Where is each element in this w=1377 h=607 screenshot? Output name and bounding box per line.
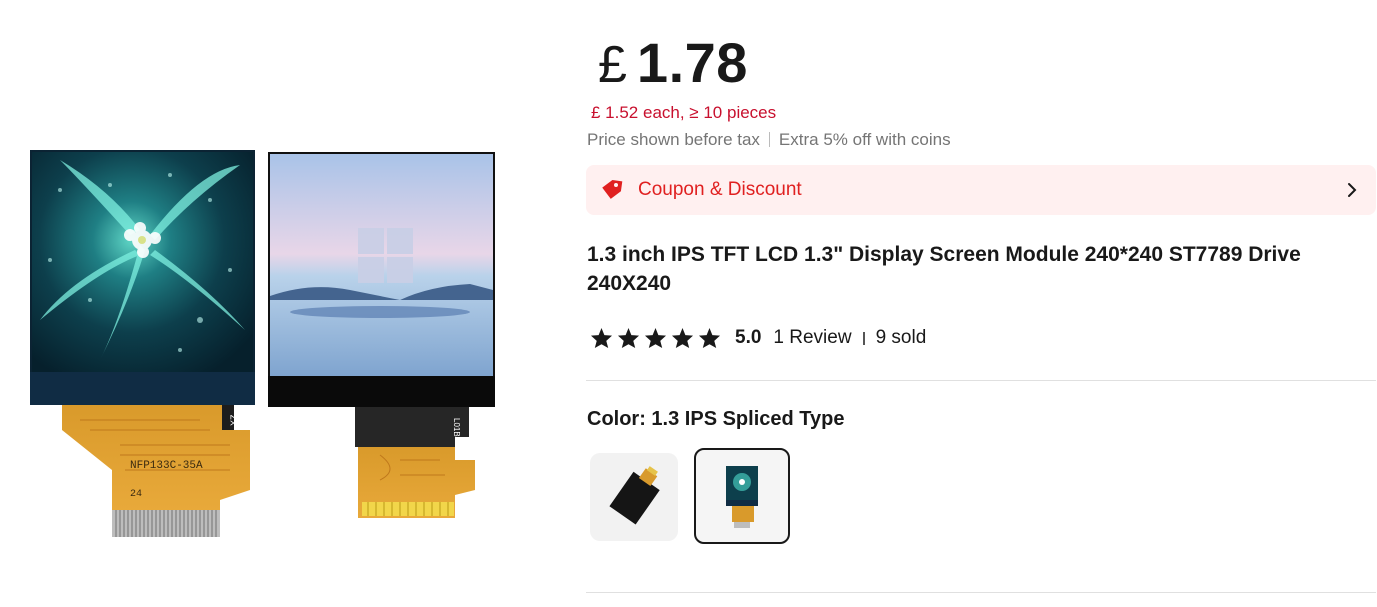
product-title: 1.3 inch IPS TFT LCD 1.3" Display Screen… (587, 243, 1301, 295)
star-icon (617, 327, 640, 349)
star-icon (644, 327, 667, 349)
product-gallery[interactable]: NFP133C-35A 24 XZ L01B (0, 0, 560, 607)
star-icon (590, 327, 613, 349)
color-option-1[interactable] (590, 453, 678, 541)
tax-separator (768, 132, 770, 147)
product-price: £1.78 (598, 30, 748, 95)
color-label: Color: 1.3 IPS Spliced Type (587, 408, 845, 430)
price-amount: 1.78 (636, 31, 748, 94)
star-icon (671, 327, 694, 349)
bulk-price: £ 1.52 each, ≥ 10 pieces (591, 103, 777, 122)
rating-row: 5.0 1 Review 9 sold (590, 326, 926, 350)
coins-note: Extra 5% off with coins (778, 130, 951, 149)
tax-info: Price shown before tax Extra 5% off with … (587, 130, 951, 150)
divider (586, 380, 1376, 381)
coupon-discount-button[interactable]: Coupon & Discount (586, 165, 1376, 215)
sold-count: 9 sold (875, 327, 927, 348)
price-currency: £ (598, 36, 627, 94)
fpc-side-label-right: L01B (452, 418, 461, 437)
color-option-2-selected[interactable] (694, 448, 790, 544)
coupon-label: Coupon & Discount (638, 179, 802, 200)
rating-separator (862, 331, 865, 345)
reviews-link[interactable]: 1 Review (773, 327, 851, 349)
tag-icon (600, 179, 624, 206)
star-rating (590, 327, 721, 349)
divider (586, 592, 1376, 593)
chevron-right-icon (1346, 181, 1358, 204)
tax-note: Price shown before tax (587, 130, 760, 149)
rating-score: 5.0 (735, 327, 762, 348)
color-option-thumbnail (726, 466, 758, 528)
fpc-side-label: XZ (229, 414, 239, 426)
color-option-thumbnail (609, 466, 660, 525)
star-icon (698, 327, 721, 349)
fpc-label: NFP133C-35A (130, 460, 203, 472)
fpc-pin-label: 24 (130, 489, 142, 500)
product-image: NFP133C-35A 24 XZ L01B (30, 150, 495, 537)
